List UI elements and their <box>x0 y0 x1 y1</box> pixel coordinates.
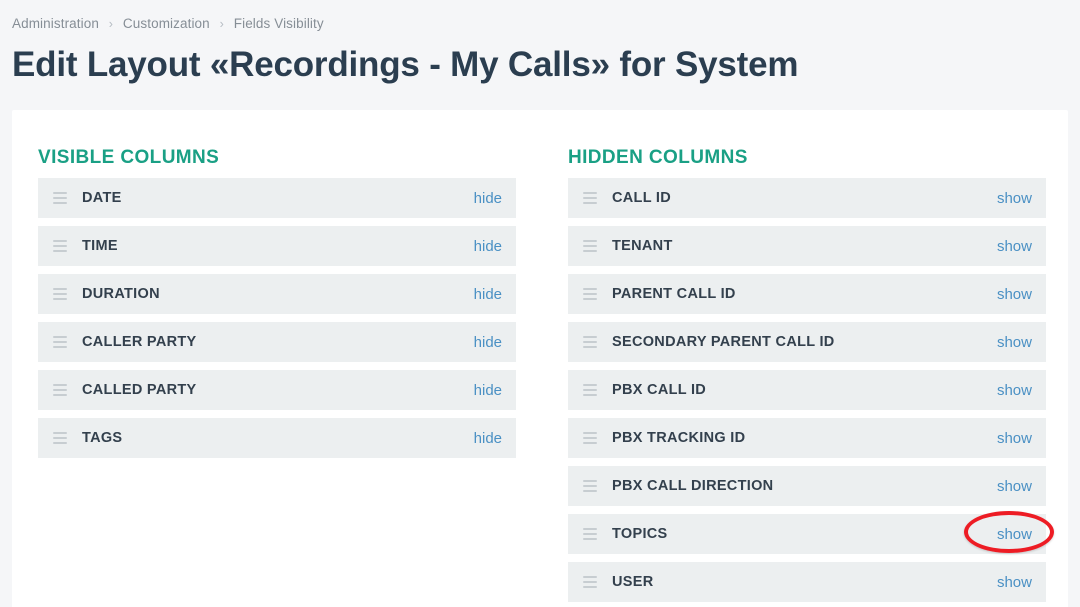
table-row[interactable]: PBX CALL ID show <box>568 370 1046 410</box>
table-row[interactable]: TOPICS show <box>568 514 1046 554</box>
drag-handle-icon[interactable] <box>568 480 612 492</box>
table-row[interactable]: USER show <box>568 562 1046 602</box>
drag-handle-icon[interactable] <box>568 576 612 588</box>
visible-columns-panel: VISIBLE COLUMNS DATE hide TIME hide DURATION… <box>38 110 516 466</box>
breadcrumb-separator-icon: › <box>219 17 224 31</box>
table-row[interactable]: CALLED PARTY hide <box>38 370 516 410</box>
drag-handle-icon[interactable] <box>38 192 82 204</box>
table-row[interactable]: TAGS hide <box>38 418 516 458</box>
show-link[interactable]: show <box>997 574 1046 591</box>
visible-columns-heading: VISIBLE COLUMNS <box>38 147 220 168</box>
column-name-label: USER <box>612 574 654 590</box>
table-row[interactable]: TENANT show <box>568 226 1046 266</box>
drag-handle-icon[interactable] <box>568 528 612 540</box>
drag-handle-icon[interactable] <box>568 240 612 252</box>
drag-handle-icon[interactable] <box>568 432 612 444</box>
hide-link[interactable]: hide <box>474 334 516 351</box>
breadcrumb-item-fields-visibility[interactable]: Fields Visibility <box>234 16 324 31</box>
drag-handle-icon[interactable] <box>38 240 82 252</box>
show-link[interactable]: show <box>997 430 1046 447</box>
hide-link[interactable]: hide <box>474 286 516 303</box>
breadcrumb-item-customization[interactable]: Customization <box>123 16 210 31</box>
table-row[interactable]: DURATION hide <box>38 274 516 314</box>
hide-link[interactable]: hide <box>474 430 516 447</box>
show-link[interactable]: show <box>997 190 1046 207</box>
show-link[interactable]: show <box>997 382 1046 399</box>
column-name-label: PARENT CALL ID <box>612 286 736 302</box>
table-row[interactable]: SECONDARY PARENT CALL ID show <box>568 322 1046 362</box>
drag-handle-icon[interactable] <box>568 384 612 396</box>
table-row[interactable]: DATE hide <box>38 178 516 218</box>
table-row[interactable]: TIME hide <box>38 226 516 266</box>
drag-handle-icon[interactable] <box>38 288 82 300</box>
column-name-label: PBX TRACKING ID <box>612 430 746 446</box>
hidden-columns-list: CALL ID show TENANT show PARENT CALL ID show S… <box>568 178 1046 607</box>
show-link[interactable]: show <box>997 238 1046 255</box>
show-link[interactable]: show <box>997 334 1046 351</box>
hidden-columns-heading: HIDDEN COLUMNS <box>568 147 748 168</box>
column-name-label: CALLED PARTY <box>82 382 197 398</box>
hide-link[interactable]: hide <box>474 382 516 399</box>
column-name-label: PBX CALL ID <box>612 382 707 398</box>
drag-handle-icon[interactable] <box>568 288 612 300</box>
breadcrumb-item-administration[interactable]: Administration <box>12 16 99 31</box>
hide-link[interactable]: hide <box>474 238 516 255</box>
column-name-label: DATE <box>82 190 122 206</box>
column-name-label: TENANT <box>612 238 673 254</box>
table-row[interactable]: CALLER PARTY hide <box>38 322 516 362</box>
breadcrumb-separator-icon: › <box>108 17 114 31</box>
table-row[interactable]: CALL ID show <box>568 178 1046 218</box>
columns-container: VISIBLE COLUMNS DATE hide TIME hide DURATION… <box>12 110 1068 607</box>
column-name-label: TAGS <box>82 430 123 446</box>
table-row[interactable]: PBX CALL DIRECTION show <box>568 466 1046 506</box>
column-name-label: DURATION <box>82 286 160 302</box>
page-title: Edit Layout «Recordings - My Calls» for … <box>12 45 799 84</box>
hidden-columns-panel: HIDDEN COLUMNS CALL ID show TENANT show PARE… <box>568 110 1046 607</box>
column-name-label: CALL ID <box>612 190 672 206</box>
column-name-label: TIME <box>82 238 118 254</box>
column-name-label: SECONDARY PARENT CALL ID <box>612 334 835 350</box>
drag-handle-icon[interactable] <box>38 384 82 396</box>
show-link[interactable]: show <box>997 286 1046 303</box>
table-row[interactable]: PBX TRACKING ID show <box>568 418 1046 458</box>
show-link[interactable]: show <box>997 526 1046 543</box>
column-name-label: CALLER PARTY <box>82 334 197 350</box>
breadcrumb: Administration › Customization › Fields … <box>12 14 1080 34</box>
drag-handle-icon[interactable] <box>568 192 612 204</box>
page-root: Administration › Customization › Fields … <box>0 0 1080 607</box>
drag-handle-icon[interactable] <box>38 432 82 444</box>
drag-handle-icon[interactable] <box>568 336 612 348</box>
column-name-label: PBX CALL DIRECTION <box>612 478 774 494</box>
column-name-label: TOPICS <box>612 526 668 542</box>
page-header: Administration › Customization › Fields … <box>0 0 1080 86</box>
hide-link[interactable]: hide <box>474 190 516 207</box>
visible-columns-list: DATE hide TIME hide DURATION hide CALLER PARTY… <box>38 178 516 458</box>
fields-visibility-card: VISIBLE COLUMNS DATE hide TIME hide DURATION… <box>12 110 1068 607</box>
show-link[interactable]: show <box>997 478 1046 495</box>
table-row[interactable]: PARENT CALL ID show <box>568 274 1046 314</box>
drag-handle-icon[interactable] <box>38 336 82 348</box>
